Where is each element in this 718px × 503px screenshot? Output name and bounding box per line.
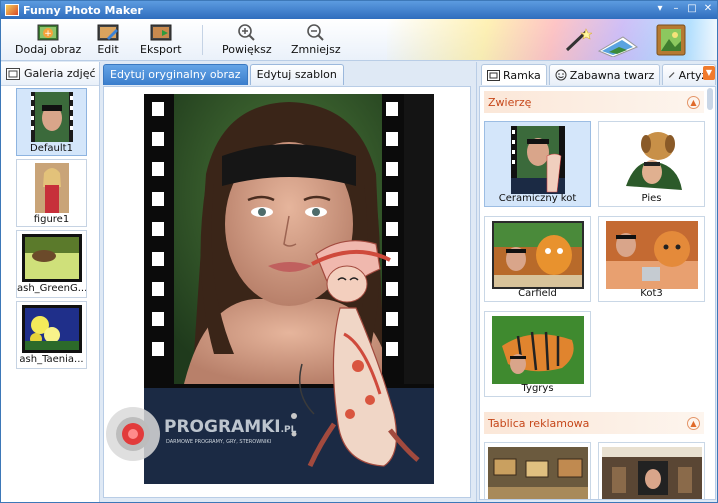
template-panel: Ramka Zabawna twarz Artyzi ▼ Zwierzę ▲ C… (476, 62, 717, 502)
thumbnail-caption: ash_Taenia... (19, 354, 84, 365)
gallery-item-ash-greeng[interactable]: ash_GreenG... (16, 230, 87, 298)
template-thumbnail (491, 221, 584, 289)
thumbnail-caption: figure1 (33, 214, 70, 225)
window-title: Funny Photo Maker (23, 3, 143, 17)
gallery-title: Galeria zdjęć (24, 67, 96, 80)
thumbnail-image (30, 92, 73, 142)
watermark: PROGRAMKI.PL DARMOWE PROGRAMY, GRY, STER… (104, 405, 297, 465)
section-billboard[interactable]: Tablica reklamowa ▲ (484, 412, 704, 434)
zoom-in-button[interactable]: Powiększ (222, 23, 272, 59)
thumbnail-image (21, 234, 82, 282)
frame-icon (487, 69, 500, 81)
template-thumbnail (601, 447, 702, 499)
thumbnail-image (34, 163, 69, 213)
minimize-button[interactable]: – (669, 2, 683, 16)
add-image-icon: + (37, 23, 59, 41)
scrollbar[interactable] (706, 88, 714, 498)
gallery-header: Galeria zdjęć (1, 62, 99, 86)
gallery-item-default1[interactable]: Default1 (16, 88, 87, 156)
gallery-item-ash-taenia[interactable]: ash_Taenia... (16, 301, 87, 369)
editor-panel: Edytuj oryginalny obraz Edytuj szablon P… (101, 62, 475, 502)
chevron-up-icon[interactable]: ▲ (687, 95, 700, 109)
smiley-icon (555, 69, 567, 81)
title-bar[interactable]: Funny Photo Maker ▾ – □ ✕ (1, 1, 717, 19)
template-caption: Carfield (518, 288, 557, 299)
scrollbar-thumb[interactable] (707, 88, 713, 110)
template-tiger[interactable]: Tygrys (484, 311, 591, 397)
template-caption: Kot3 (640, 288, 663, 299)
zoom-out-icon (305, 23, 327, 41)
tab-edit-original[interactable]: Edytuj oryginalny obraz (103, 64, 248, 85)
edit-button[interactable]: Edit (97, 23, 119, 59)
gallery-icon (6, 67, 20, 80)
template-carfield[interactable]: Carfield (484, 216, 591, 302)
zoom-out-button[interactable]: Zmniejsz (291, 23, 341, 59)
template-thumbnail (491, 316, 584, 384)
tab-funny-face[interactable]: Zabawna twarz (548, 64, 661, 85)
edit-icon (97, 23, 119, 41)
tab-frame[interactable]: Ramka (481, 64, 547, 85)
template-thumbnail (487, 447, 588, 499)
template-kot3[interactable]: Kot3 (598, 216, 705, 302)
photo-stack-icon (597, 36, 639, 57)
template-thumbnail (510, 126, 565, 194)
editor-canvas[interactable]: PROGRAMKI.PL DARMOWE PROGRAMY, GRY, STER… (103, 86, 471, 498)
close-button[interactable]: ✕ (701, 2, 715, 16)
toolbar: + Dodaj obraz Edit Eksport Powiększ Zmni… (1, 19, 717, 61)
thumbnail-image (21, 305, 82, 353)
svg-text:+: + (44, 29, 52, 39)
template-dog[interactable]: Pies (598, 121, 705, 207)
maximize-button[interactable]: □ (685, 2, 699, 16)
menu-dropdown-button[interactable]: ▾ (653, 2, 667, 16)
gallery-item-figure1[interactable]: figure1 (16, 159, 87, 227)
tab-edit-template[interactable]: Edytuj szablon (249, 64, 344, 85)
section-animals[interactable]: Zwierzę ▲ (484, 91, 704, 113)
app-icon (5, 4, 19, 16)
export-button[interactable]: Eksport (140, 23, 182, 59)
watermark-tagline: DARMOWE PROGRAMY, GRY, STEROWNIKI (166, 439, 272, 445)
template-ceramic-cat[interactable]: Ceramiczny kot (484, 121, 591, 207)
picture-frame-icon (656, 24, 686, 56)
template-caption: Tygrys (521, 383, 554, 394)
template-list: Zwierzę ▲ Ceramiczny kot Pies Carfield K… (479, 86, 716, 500)
app-window: Funny Photo Maker ▾ – □ ✕ + Dodaj obraz … (0, 0, 718, 503)
watermark-brand: PROGRAMKI (164, 417, 281, 437)
more-tabs-button[interactable]: ▼ (703, 66, 715, 80)
export-icon (150, 23, 172, 41)
zoom-in-icon (236, 23, 258, 41)
template-caption: Ceramiczny kot (498, 193, 577, 204)
watermark-logo-icon (106, 407, 160, 461)
toolbar-separator (202, 25, 203, 55)
template-caption: Pies (641, 193, 662, 204)
magic-wand-icon (565, 28, 592, 52)
thumbnail-caption: ash_GreenG... (17, 283, 86, 294)
gallery-panel: Galeria zdjęć Default1 figure1 ash_Green… (1, 62, 100, 502)
template-thumbnail (605, 221, 698, 289)
thumbnail-caption: Default1 (30, 143, 73, 154)
add-image-button[interactable]: + Dodaj obraz (15, 23, 81, 59)
template-billboard-2[interactable] (598, 442, 705, 499)
brush-icon (669, 72, 675, 78)
template-thumbnail (615, 126, 688, 196)
chevron-up-icon[interactable]: ▲ (687, 416, 700, 430)
template-billboard-1[interactable] (484, 442, 591, 499)
watermark-suffix: .PL (280, 425, 297, 435)
